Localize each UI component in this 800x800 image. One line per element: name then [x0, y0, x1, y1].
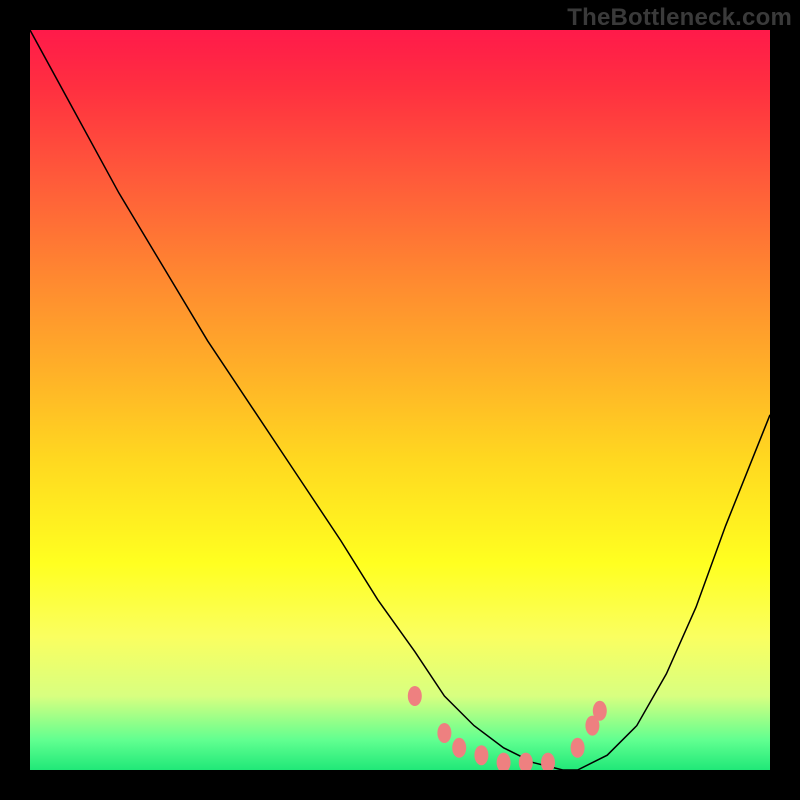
threshold-markers	[408, 686, 607, 770]
marker-dot	[408, 686, 422, 706]
marker-dot	[571, 738, 585, 758]
marker-dot	[541, 753, 555, 770]
marker-dot	[585, 716, 599, 736]
watermark-text: TheBottleneck.com	[567, 4, 792, 32]
marker-dot	[497, 753, 511, 770]
chart-plot-area	[30, 30, 770, 770]
marker-dot	[593, 701, 607, 721]
marker-dot	[452, 738, 466, 758]
marker-dot	[437, 723, 451, 743]
bottleneck-curve	[30, 30, 770, 770]
marker-dot	[474, 745, 488, 765]
marker-dot	[519, 753, 533, 770]
curve-layer	[30, 30, 770, 770]
